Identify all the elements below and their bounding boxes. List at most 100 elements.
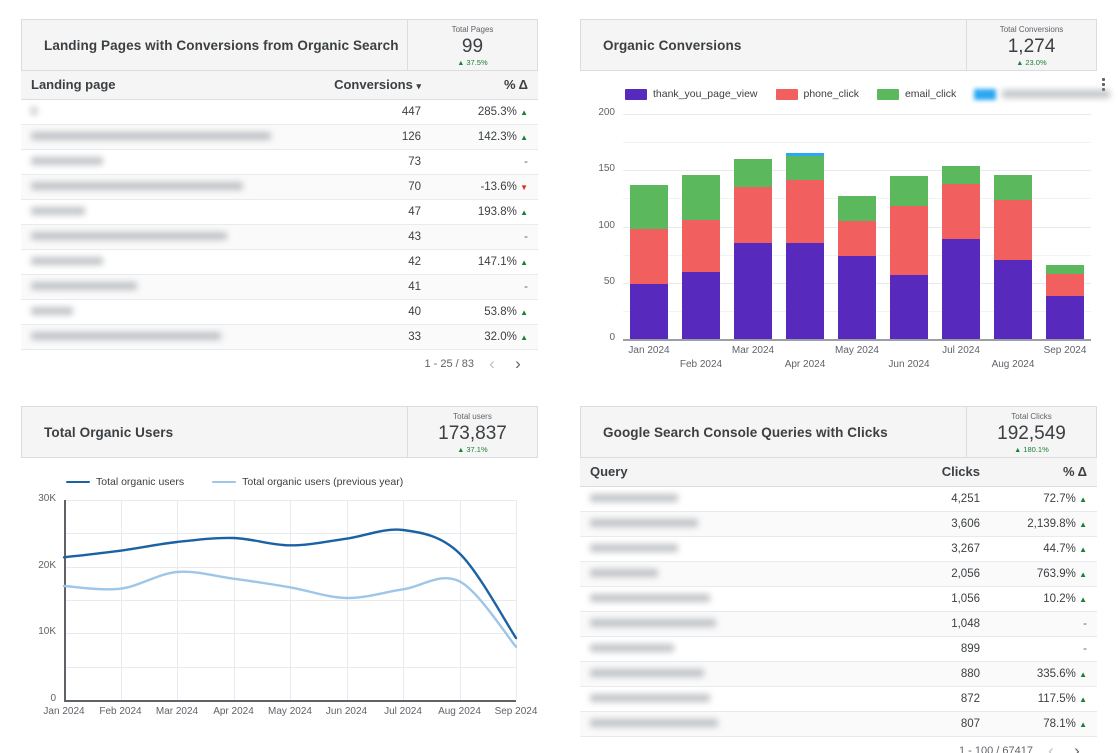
table-row[interactable]: 42147.1% ▲ [21,249,538,274]
legend-item[interactable] [974,89,1110,100]
table-row[interactable]: 4053.8% ▲ [21,299,538,324]
table-row[interactable]: 447285.3% ▲ [21,99,538,124]
table-row[interactable]: 47193.8% ▲ [21,199,538,224]
bar-segment[interactable] [630,229,668,284]
cell-delta: - [431,274,538,299]
cell-delta: 335.6% ▲ [990,661,1097,686]
cell-value: 3,606 [852,511,990,536]
bar-segment[interactable] [786,156,824,181]
legend-swatch [974,89,996,100]
x-axis-tick: Mar 2024 [719,345,787,356]
pagination-label-gsc-queries: 1 - 100 / 67417 [959,745,1033,753]
bar-segment[interactable] [682,175,720,220]
trend-up-icon: ▲ [457,60,464,67]
table-row[interactable]: 43- [21,224,538,249]
table-row[interactable]: 872117.5% ▲ [580,686,1097,711]
column-header-clicks[interactable]: Clicks [852,458,990,486]
line-series[interactable] [64,530,516,638]
cell-value: 41 [321,274,431,299]
redacted-text [31,182,243,190]
bar-segment[interactable] [786,180,824,243]
table-row[interactable]: 73- [21,149,538,174]
bar-segment[interactable] [942,239,980,339]
legend-item[interactable]: email_click [877,88,956,100]
cell-value: 1,048 [852,611,990,636]
x-axis-tick: Feb 2024 [667,359,735,370]
table-row[interactable]: 80778.1% ▲ [580,711,1097,736]
legend-item[interactable]: phone_click [776,88,859,100]
bar-segment[interactable] [890,176,928,206]
column-header-query[interactable]: Query [580,458,852,486]
table-row[interactable]: 2,056763.9% ▲ [580,561,1097,586]
bar-segment[interactable] [890,206,928,275]
bar-segment[interactable] [786,243,824,339]
cell-value: 3,267 [852,536,990,561]
cell-label [580,536,852,561]
pagination-prev-button[interactable]: ‹ [484,355,500,372]
table-row[interactable]: 3332.0% ▲ [21,324,538,349]
bar-segment[interactable] [890,275,928,339]
cell-value: 447 [321,99,431,124]
cell-value: 40 [321,299,431,324]
line-chart-total-organic-users: 010K20K30KJan 2024Feb 2024Mar 2024Apr 20… [21,494,538,744]
cell-label [21,274,321,299]
trend-up-icon: ▲ [1079,545,1087,554]
bar-segment[interactable] [1046,274,1084,297]
cell-label [580,611,852,636]
bar-segment[interactable] [734,243,772,339]
cell-label [580,586,852,611]
legend-label: thank_you_page_view [653,88,758,100]
bar-segment[interactable] [994,260,1032,339]
column-header-conversions[interactable]: Conversions ▾ [321,71,431,99]
legend-item[interactable]: Total organic users (previous year) [212,476,403,488]
gridline [623,170,1091,171]
bar-segment[interactable] [734,187,772,243]
line-series[interactable] [64,572,516,647]
pagination-prev-button[interactable]: ‹ [1043,742,1059,753]
column-header-delta[interactable]: % Δ [990,458,1097,486]
bar-segment[interactable] [630,185,668,229]
table-row[interactable]: 1,048- [580,611,1097,636]
cell-delta: 117.5% ▲ [990,686,1097,711]
table-row[interactable]: 3,26744.7% ▲ [580,536,1097,561]
bar-segment[interactable] [734,159,772,187]
bar-segment[interactable] [1046,265,1084,274]
table-row[interactable]: 1,05610.2% ▲ [580,586,1097,611]
card-organic-conversions: Organic Conversions Total Conversions 1,… [580,19,1097,371]
cell-delta: -13.6% ▼ [431,174,538,199]
table-row[interactable]: 70-13.6% ▼ [21,174,538,199]
redacted-text [31,207,85,215]
bar-segment[interactable] [630,284,668,339]
bar-segment[interactable] [682,220,720,272]
bar-segment[interactable] [838,256,876,339]
kpi-total-pages: Total Pages 99 ▲ 37.5% [407,20,537,70]
bar-segment[interactable] [682,272,720,340]
legend-item[interactable]: thank_you_page_view [625,88,758,100]
pagination-next-button[interactable]: › [510,355,526,372]
bar-segment[interactable] [994,175,1032,200]
pagination-next-button[interactable]: › [1069,742,1085,753]
trend-up-icon: ▲ [1079,720,1087,729]
kpi-value-total-pages: 99 [462,35,483,58]
table-row[interactable]: 41- [21,274,538,299]
legend-item[interactable]: Total organic users [66,476,184,488]
bar-segment[interactable] [786,153,824,155]
bar-segment[interactable] [942,184,980,239]
bar-segment[interactable] [1046,296,1084,339]
dashboard-root: Landing Pages with Conversions from Orga… [0,0,1120,753]
table-row[interactable]: 3,6062,139.8% ▲ [580,511,1097,536]
bar-segment[interactable] [942,166,980,184]
bar-segment[interactable] [838,221,876,256]
table-row[interactable]: 126142.3% ▲ [21,124,538,149]
table-row[interactable]: 880335.6% ▲ [580,661,1097,686]
table-row[interactable]: 4,25172.7% ▲ [580,486,1097,511]
x-axis-tick: Jan 2024 [615,345,683,356]
cell-delta: - [990,636,1097,661]
kpi-label-total-pages: Total Pages [452,24,494,35]
column-header-landing-page[interactable]: Landing page [21,71,321,99]
column-header-delta[interactable]: % Δ [431,71,538,99]
table-row[interactable]: 899- [580,636,1097,661]
bar-segment[interactable] [994,200,1032,261]
card-title-organic-conversions: Organic Conversions [581,20,966,70]
bar-segment[interactable] [838,196,876,221]
